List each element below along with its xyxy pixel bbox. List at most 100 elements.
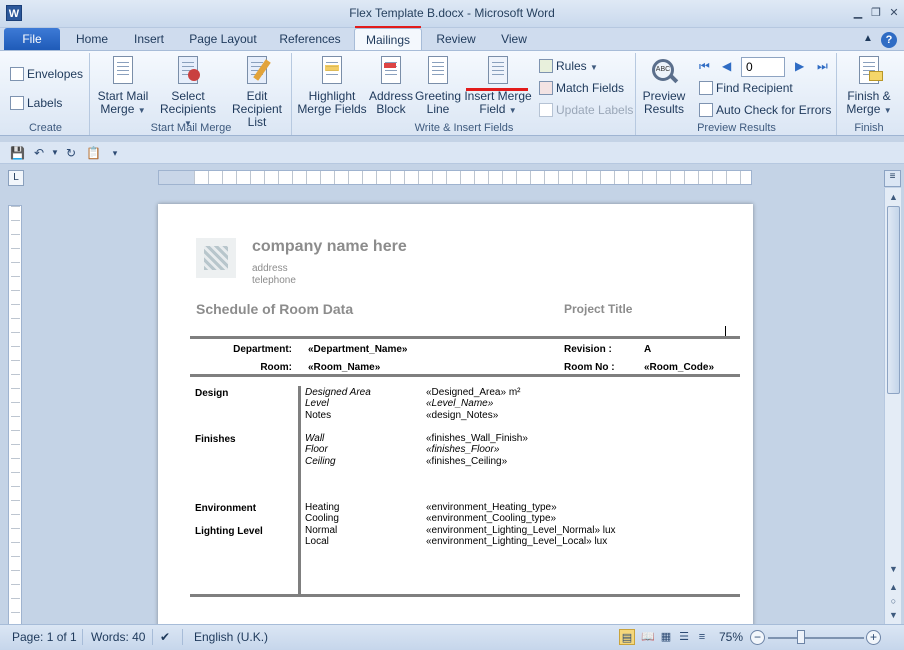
highlight-merge-fields-icon	[316, 55, 348, 87]
print-layout-view-icon[interactable]: ▤	[619, 629, 635, 645]
tab-review[interactable]: Review	[432, 28, 480, 50]
previous-page-icon[interactable]: ▲	[886, 580, 901, 594]
design-value: «Designed_Area» m²	[426, 387, 521, 398]
undo-dropdown-icon[interactable]: ▼	[48, 146, 62, 160]
design-label: Designed Area	[305, 387, 371, 398]
ribbon-tabs: File Home Insert Page Layout References …	[0, 28, 904, 50]
full-screen-reading-icon[interactable]: 📖	[640, 629, 656, 645]
customize-qat-icon[interactable]: ▾	[108, 146, 122, 160]
environment-label: Local	[305, 536, 329, 547]
labels-icon	[10, 96, 24, 110]
rules-icon	[539, 59, 553, 73]
window-title: Flex Template B.docx - Microsoft Word	[349, 6, 555, 20]
select-recipients-button[interactable]: Select Recipients ▼	[155, 55, 221, 130]
zoom-slider-track[interactable]	[768, 637, 864, 639]
finish-merge-button[interactable]: Finish & Merge ▼	[840, 55, 898, 117]
section-environment: Environment	[195, 503, 257, 514]
room-label: Room:	[260, 362, 292, 373]
auto-check-errors-button[interactable]: Auto Check for Errors	[699, 101, 831, 119]
web-layout-icon[interactable]: ▦	[658, 629, 674, 645]
environment-value: «environment_Cooling_type»	[426, 513, 557, 524]
tab-selector-icon[interactable]: L	[8, 170, 24, 186]
select-recipients-icon	[172, 55, 204, 87]
find-recipient-button[interactable]: Find Recipient	[699, 79, 793, 97]
previous-record-icon[interactable]: ◀	[722, 59, 731, 73]
page-count[interactable]: Page: 1 of 1	[12, 630, 77, 644]
horizontal-ruler[interactable]	[158, 170, 752, 185]
record-number-input[interactable]: 0	[741, 57, 785, 77]
vertical-scrollbar[interactable]: ▲ ▼ ▲ ○ ▼	[884, 188, 901, 624]
next-record-icon[interactable]: ▶	[795, 59, 804, 73]
tab-view[interactable]: View	[492, 28, 536, 50]
proofing-icon[interactable]: ✔	[160, 630, 170, 644]
update-labels-button[interactable]: Update Labels	[539, 101, 633, 119]
preview-results-icon: ABC	[648, 55, 680, 87]
vertical-ruler[interactable]	[8, 205, 22, 625]
finishes-label: Ceiling	[305, 456, 336, 467]
dropdown-arrow-icon: ▼	[508, 106, 517, 115]
environment-label: Heating	[305, 502, 340, 513]
labels-button[interactable]: Labels	[10, 94, 62, 112]
preview-results-button[interactable]: ABC Preview Results	[639, 55, 689, 116]
greeting-line-button[interactable]: Greeting Line	[413, 55, 463, 116]
match-fields-button[interactable]: Match Fields	[539, 79, 624, 97]
design-label: Notes	[305, 410, 332, 421]
last-record-icon[interactable]: ⏭	[817, 59, 828, 74]
close-icon[interactable]: ✕	[886, 6, 902, 20]
design-value: «design_Notes»	[426, 410, 499, 421]
document-area[interactable]: company name here address telephone Sche…	[28, 188, 882, 624]
dropdown-arrow-icon: ▼	[137, 106, 146, 115]
zoom-slider-thumb[interactable]	[797, 630, 805, 644]
first-record-icon[interactable]: ⏮	[699, 59, 710, 74]
help-icon[interactable]: ?	[880, 28, 898, 50]
project-title: Project Title	[564, 302, 633, 316]
tab-insert[interactable]: Insert	[126, 28, 172, 50]
minimize-ribbon-icon[interactable]: ▲	[860, 28, 876, 50]
match-fields-icon	[539, 81, 553, 95]
restore-icon[interactable]: ❐	[868, 6, 884, 20]
tab-file[interactable]: File	[4, 28, 60, 50]
highlight-merge-fields-button[interactable]: Highlight Merge Fields	[295, 55, 369, 116]
room-no-label: Room No :	[564, 362, 615, 373]
finishes-label: Wall	[305, 433, 325, 444]
section-design: Design	[195, 388, 229, 399]
tab-home[interactable]: Home	[70, 28, 114, 50]
update-labels-icon	[539, 103, 553, 117]
scroll-down-icon[interactable]: ▼	[886, 562, 901, 576]
group-label-create: Create	[28, 122, 63, 134]
environment-value: «environment_Lighting_Level_Local» lux	[426, 536, 608, 547]
insert-merge-field-icon	[482, 55, 514, 87]
next-page-icon[interactable]: ▼	[886, 608, 901, 622]
company-name: company name here	[252, 238, 407, 255]
tab-mailings[interactable]: Mailings	[354, 28, 422, 50]
outline-view-icon[interactable]: ☰	[676, 629, 692, 645]
envelopes-button[interactable]: Envelopes	[10, 65, 83, 83]
draft-view-icon[interactable]: ≡	[694, 629, 710, 645]
tab-page-layout[interactable]: Page Layout	[184, 28, 262, 50]
minimize-icon[interactable]: ▁	[850, 6, 866, 20]
browse-object-icon[interactable]: ○	[886, 594, 901, 608]
scroll-up-icon[interactable]: ▲	[886, 190, 901, 204]
undo-icon[interactable]: ↶	[32, 146, 46, 160]
redo-icon[interactable]: ↻	[64, 146, 78, 160]
address-block-button[interactable]: Address Block	[369, 55, 413, 116]
zoom-level[interactable]: 75%	[719, 630, 743, 644]
tab-references[interactable]: References	[274, 28, 346, 50]
rules-button[interactable]: Rules ▼	[539, 57, 598, 75]
table-bottom-rule	[190, 594, 740, 597]
view-ruler-icon[interactable]: ≡	[884, 170, 901, 187]
language[interactable]: English (U.K.)	[194, 630, 268, 644]
zoom-in-icon[interactable]: +	[866, 630, 881, 645]
edit-recipient-list-button[interactable]: Edit Recipient List	[221, 55, 293, 129]
zoom-out-icon[interactable]: −	[750, 630, 765, 645]
paste-icon[interactable]: 📋	[86, 146, 101, 160]
scrollbar-thumb[interactable]	[887, 206, 900, 394]
start-mail-merge-button[interactable]: Start Mail Merge ▼	[93, 55, 153, 117]
document-page[interactable]: company name here address telephone Sche…	[158, 204, 753, 624]
save-icon[interactable]: 💾	[10, 146, 25, 160]
word-count[interactable]: Words: 40	[91, 630, 145, 644]
company-logo	[196, 238, 236, 278]
dropdown-arrow-icon: ▼	[590, 63, 598, 72]
group-label-start-mail-merge: Start Mail Merge	[150, 122, 232, 134]
insert-merge-field-button[interactable]: Insert Merge Field ▼	[463, 55, 533, 117]
